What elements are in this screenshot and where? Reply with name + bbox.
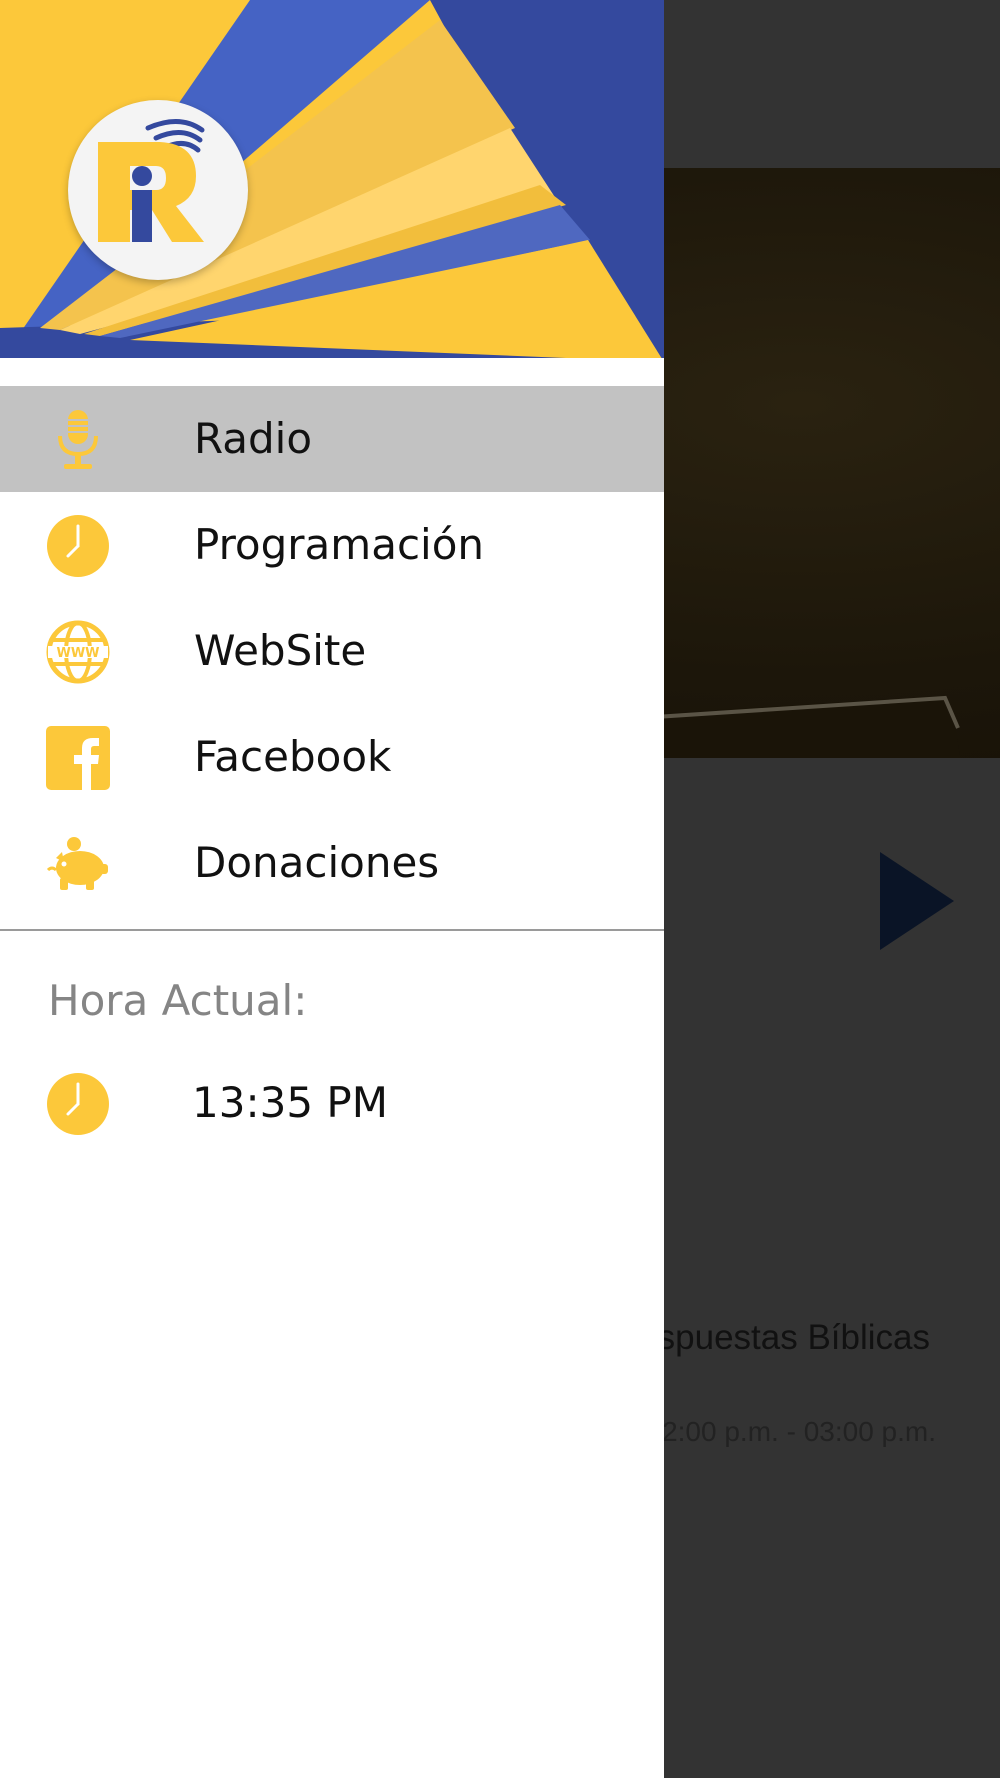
globe-www-icon: WWW <box>46 620 110 684</box>
svg-text:WWW: WWW <box>56 646 99 661</box>
clock-icon <box>46 1072 110 1136</box>
facebook-icon <box>46 726 110 790</box>
current-time-row: 13:35 PM <box>0 1050 664 1156</box>
menu-item-label: Radio <box>194 414 313 463</box>
menu-item-label: Facebook <box>194 732 392 781</box>
drawer-menu: Radio Programación WWW WebSite Facebook … <box>0 386 664 916</box>
station-logo <box>68 100 248 280</box>
current-time-value: 13:35 PM <box>192 1078 388 1127</box>
navigation-drawer: Radio Programación WWW WebSite Facebook … <box>0 0 664 1778</box>
microphone-icon <box>46 408 110 472</box>
background-show-time: 2:00 p.m. - 03:00 p.m. <box>664 1416 936 1447</box>
drawer-header-banner <box>0 0 664 362</box>
menu-item-label: WebSite <box>194 626 367 675</box>
menu-item-label: Programación <box>194 520 485 569</box>
drawer-divider <box>0 929 664 931</box>
menu-item-label: Donaciones <box>194 838 440 887</box>
piggy-bank-icon <box>46 832 110 896</box>
current-time-label: Hora Actual: <box>48 976 308 1025</box>
play-icon[interactable] <box>878 852 954 950</box>
menu-item-website[interactable]: WWW WebSite <box>0 598 664 704</box>
clock-icon <box>46 514 110 578</box>
menu-item-radio[interactable]: Radio <box>0 386 664 492</box>
background-content: n espuestas Bíblicas 2:00 p.m. - 03:00 p… <box>664 0 1000 1778</box>
menu-item-facebook[interactable]: Facebook <box>0 704 664 810</box>
background-show-name: espuestas Bíblicas <box>664 1318 930 1357</box>
menu-item-donaciones[interactable]: Donaciones <box>0 810 664 916</box>
menu-item-programacion[interactable]: Programación <box>0 492 664 598</box>
